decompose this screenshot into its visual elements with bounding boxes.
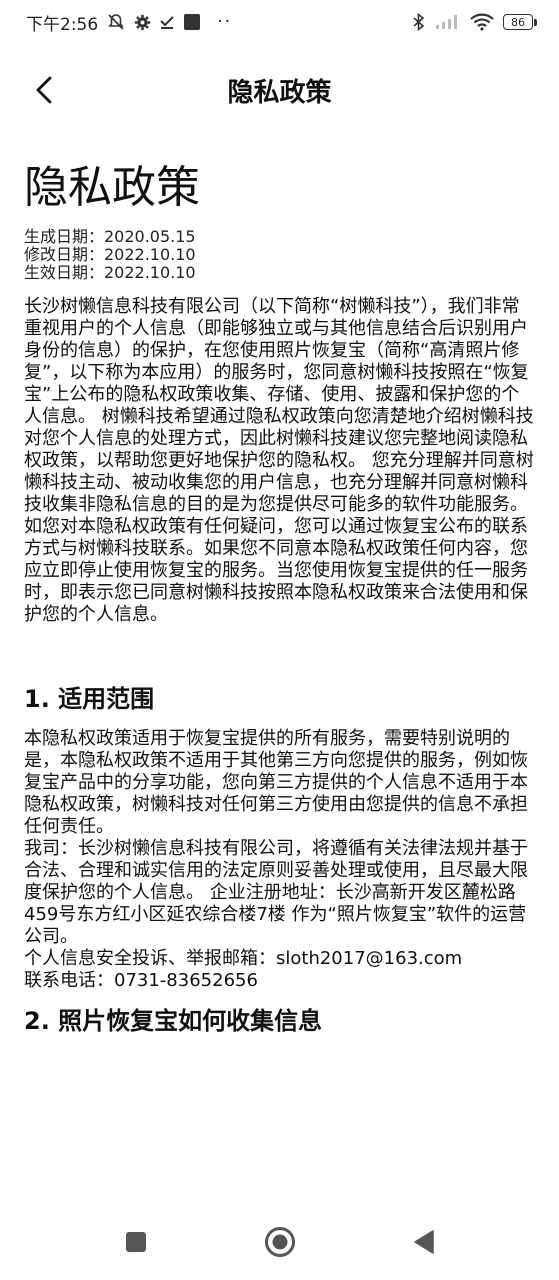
- status-more-dots: ··: [217, 12, 232, 32]
- download-done-icon: [159, 14, 175, 30]
- section-1-body: 本隐私权政策适用于恢复宝提供的所有服务，需要特别说明的是，本隐私权政策不适用于其…: [24, 728, 535, 992]
- signal-icon: [435, 14, 461, 30]
- section-1-paragraph-2: 我司：长沙树懒信息科技有限公司，将遵循有关法律法规并基于合法、合理和诚实信用的法…: [24, 838, 528, 947]
- square-recents-icon: [125, 1232, 146, 1252]
- app-bar-title: 隐私政策: [227, 77, 332, 108]
- generated-date: 生成日期：2020.05.15: [24, 227, 196, 246]
- home-button[interactable]: [258, 1220, 302, 1264]
- status-right: 86: [412, 13, 537, 31]
- system-nav-bar: [0, 1204, 559, 1280]
- recents-button[interactable]: [114, 1220, 158, 1264]
- battery-icon: 86: [503, 14, 537, 30]
- section-1-paragraph-1: 本隐私权政策适用于恢复宝提供的所有服务，需要特别说明的是，本隐私权政策不适用于其…: [24, 728, 528, 837]
- bluetooth-icon: [412, 13, 426, 31]
- policy-content[interactable]: 隐私政策 生成日期：2020.05.15 修改日期：2022.10.10 生效日…: [24, 158, 535, 1036]
- modified-date: 修改日期：2022.10.10: [24, 245, 196, 264]
- mute-icon: [106, 12, 126, 32]
- gear-icon: [134, 14, 151, 31]
- circle-home-icon: [264, 1227, 295, 1257]
- intro-paragraph: 长沙树懒信息科技有限公司（以下简称“树懒科技”），我们非常重视用户的个人信息（即…: [24, 296, 534, 625]
- status-bar: 下午2:56 ·· 86: [0, 0, 559, 44]
- section-2-heading: 2. 照片恢复宝如何收集信息: [24, 1007, 323, 1035]
- wifi-icon: [470, 13, 494, 31]
- battery-level: 86: [503, 14, 533, 30]
- status-left: 下午2:56 ··: [26, 10, 232, 35]
- square-icon: [183, 13, 201, 31]
- chevron-left-icon: [36, 76, 52, 104]
- status-time: 下午2:56: [26, 14, 99, 35]
- nav-back-button[interactable]: [402, 1220, 446, 1264]
- document-dates: 生成日期：2020.05.15 修改日期：2022.10.10 生效日期：202…: [24, 228, 535, 282]
- back-button[interactable]: [26, 72, 62, 108]
- triangle-back-icon: [413, 1230, 434, 1254]
- app-bar: 隐私政策: [0, 60, 559, 120]
- contact-phone: 联系电话：0731-83652656: [24, 970, 258, 991]
- contact-email: 个人信息安全投诉、举报邮箱：sloth2017@163.com: [24, 948, 463, 969]
- section-1-heading: 1. 适用范围: [24, 685, 155, 713]
- effective-date: 生效日期：2022.10.10: [24, 263, 196, 282]
- document-title: 隐私政策: [24, 162, 200, 213]
